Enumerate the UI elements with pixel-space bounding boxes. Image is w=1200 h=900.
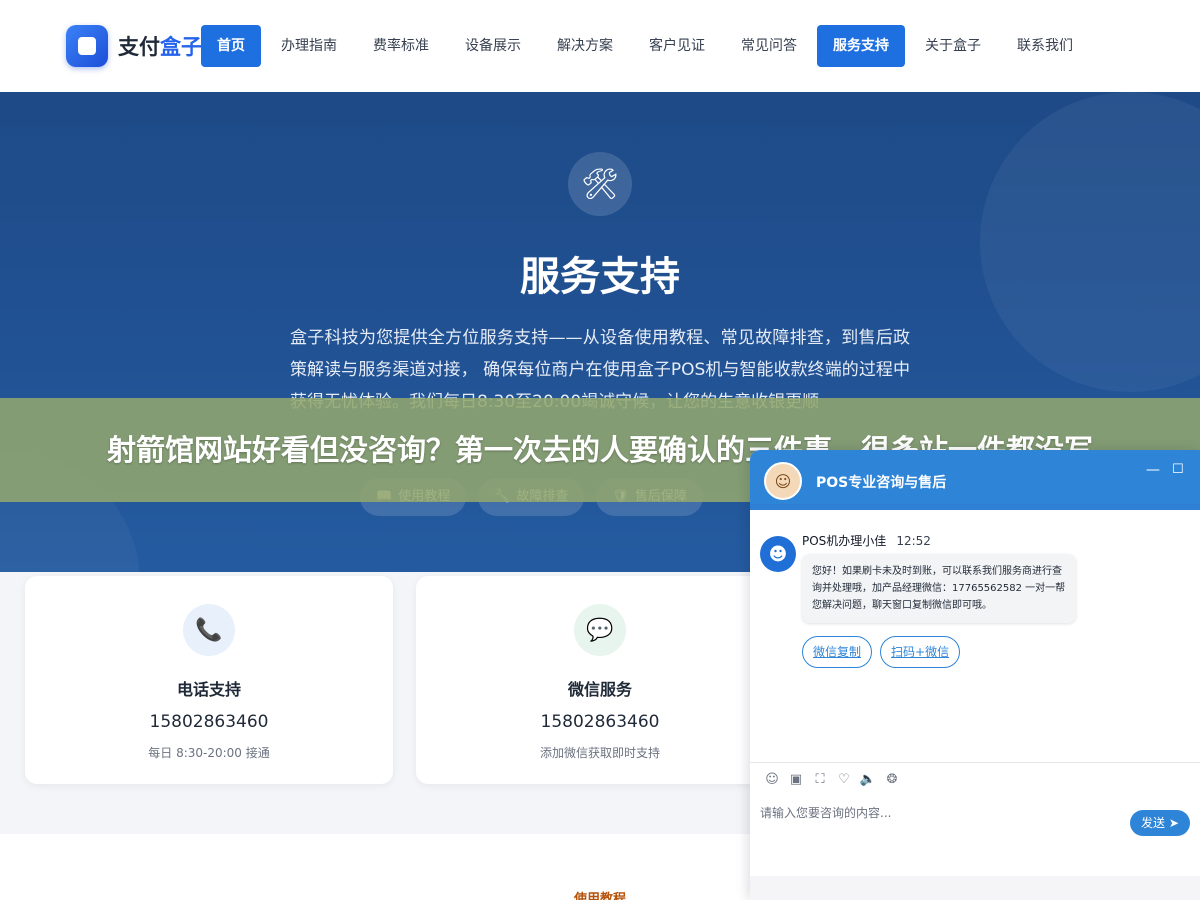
nav-item-testimonials[interactable]: 客户见证	[633, 25, 721, 67]
nav-item-devices[interactable]: 设备展示	[449, 25, 537, 67]
nav-item-contact[interactable]: 联系我们	[1001, 25, 1089, 67]
chat-icon: 💬	[574, 604, 626, 656]
screenshot-icon[interactable]: ⛶	[808, 772, 832, 787]
agent-name: POS机办理小佳 12:52	[802, 534, 931, 548]
main-nav: 首页 办理指南 费率标准 设备展示 解决方案 客户见证 常见问答 服务支持 关于…	[201, 25, 1093, 67]
chat-toolbar: ☺ ▣ ⛶ ♡ 🔈 ❂	[750, 762, 1200, 796]
wechat-icon[interactable]: ❂	[880, 772, 904, 787]
nav-item-about[interactable]: 关于盒子	[909, 25, 997, 67]
card-phone-support[interactable]: 📞 电话支持 15802863460 每日 8:30-20:00 接通	[25, 576, 393, 784]
logo-mark-icon	[66, 25, 108, 67]
card-wechat-service[interactable]: 💬 微信服务 15802863460 添加微信获取即时支持	[416, 576, 784, 784]
phone-icon: 📞	[183, 604, 235, 656]
nav-item-support[interactable]: 服务支持	[817, 25, 905, 67]
card-wechat-number[interactable]: 15802863460	[416, 712, 784, 732]
minimize-icon[interactable]: —	[1146, 462, 1160, 478]
copy-wechat-button[interactable]: 微信复制	[802, 636, 873, 668]
agent-avatar-icon: ☻	[760, 536, 796, 572]
chat-header-bar	[750, 504, 1200, 510]
nav-item-home[interactable]: 首页	[201, 25, 261, 67]
card-title: 微信服务	[567, 680, 632, 699]
card-title: 电话支持	[176, 680, 241, 699]
chat-title: POS专业咨询与售后	[816, 475, 947, 491]
support-avatar-icon: ☺	[764, 462, 802, 500]
nav-item-faq[interactable]: 常见问答	[725, 25, 813, 67]
message-time: 12:52	[896, 534, 931, 548]
card-phone-number[interactable]: 15802863460	[25, 712, 393, 732]
site-logo[interactable]: 支付盒子	[66, 25, 202, 67]
nav-item-guide[interactable]: 办理指南	[265, 25, 353, 67]
agent-message: 您好！如果刷卡未及时到账，可以联系我们服务商进行查询并处理哦，加产品经理微信：1…	[802, 554, 1076, 623]
rating-icon[interactable]: ♡	[832, 772, 856, 787]
nav-item-solutions[interactable]: 解决方案	[541, 25, 629, 67]
quick-reply-buttons: 微信复制 扫码+微信	[802, 636, 968, 668]
emoji-icon[interactable]: ☺	[760, 772, 784, 787]
chat-widget: ☺ POS专业咨询与售后 — ☐ ☻ POS机办理小佳 12:52 您好！如果刷卡…	[750, 450, 1200, 900]
image-icon[interactable]: ▣	[784, 772, 808, 787]
chat-message-input[interactable]	[760, 802, 1120, 824]
chat-footer	[750, 876, 1200, 900]
scan-wechat-button[interactable]: 扫码+微信	[880, 636, 961, 668]
decorative-circle	[980, 92, 1200, 392]
card-note: 添加微信获取即时支持	[539, 746, 660, 760]
sound-icon[interactable]: 🔈	[856, 772, 880, 787]
maximize-icon[interactable]: ☐	[1172, 462, 1184, 477]
tools-icon: 🛠	[568, 152, 632, 216]
card-note: 每日 8:30-20:00 接通	[148, 746, 270, 760]
logo-text: 支付盒子	[118, 35, 202, 59]
send-button[interactable]: 发送 ➤	[1130, 810, 1190, 836]
nav-item-rates[interactable]: 费率标准	[357, 25, 445, 67]
page-title: 服务支持	[520, 254, 680, 300]
site-header: 支付盒子 首页 办理指南 费率标准 设备展示 解决方案 客户见证 常见问答 服务…	[0, 0, 1200, 92]
chat-header[interactable]: ☺ POS专业咨询与售后 — ☐	[750, 450, 1200, 504]
